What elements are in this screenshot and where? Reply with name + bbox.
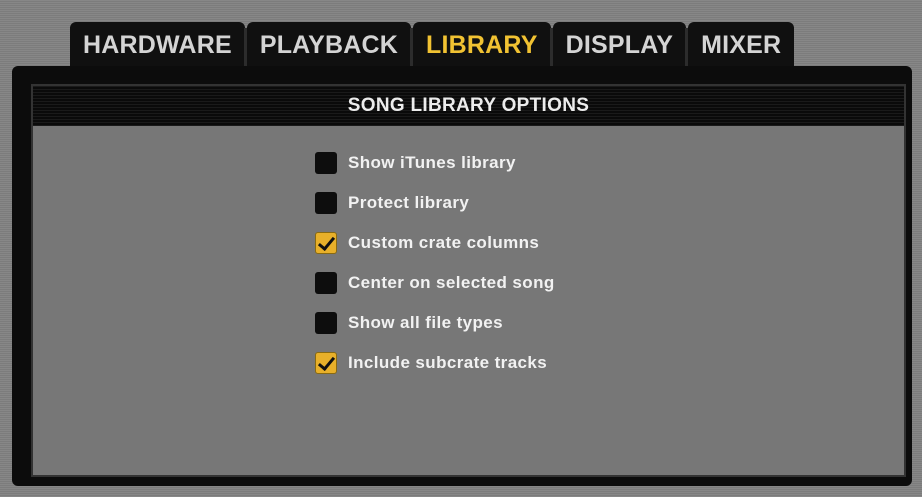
- panel-title: SONG LIBRARY OPTIONS: [33, 86, 904, 126]
- show-all-file-types-checkbox[interactable]: [315, 312, 337, 334]
- song-library-options-panel: SONG LIBRARY OPTIONS Show iTunes library…: [31, 84, 906, 477]
- option-center-on-selected-song[interactable]: Center on selected song: [315, 263, 555, 303]
- options-list: Show iTunes library Protect library Cust…: [315, 143, 555, 383]
- option-show-all-file-types[interactable]: Show all file types: [315, 303, 555, 343]
- custom-crate-columns-checkbox[interactable]: [315, 232, 337, 254]
- option-label: Custom crate columns: [348, 233, 540, 252]
- option-label: Show all file types: [348, 313, 503, 332]
- tab-bar: HARDWARE PLAYBACK LIBRARY DISPLAY MIXER: [70, 22, 795, 68]
- center-on-selected-song-checkbox[interactable]: [315, 272, 337, 294]
- option-include-subcrate-tracks[interactable]: Include subcrate tracks: [315, 343, 555, 383]
- option-label: Protect library: [348, 193, 470, 212]
- tab-hardware[interactable]: HARDWARE: [70, 22, 248, 68]
- option-show-itunes-library[interactable]: Show iTunes library: [315, 143, 555, 183]
- preferences-window: HARDWARE PLAYBACK LIBRARY DISPLAY MIXER …: [0, 0, 922, 497]
- tab-playback[interactable]: PLAYBACK: [246, 22, 415, 68]
- tab-mixer[interactable]: MIXER: [688, 22, 795, 68]
- option-label: Center on selected song: [348, 273, 555, 292]
- include-subcrate-tracks-checkbox[interactable]: [315, 352, 337, 374]
- tab-display[interactable]: DISPLAY: [552, 22, 690, 68]
- option-protect-library[interactable]: Protect library: [315, 183, 555, 223]
- tab-library[interactable]: LIBRARY: [413, 22, 554, 68]
- show-itunes-library-checkbox[interactable]: [315, 152, 337, 174]
- option-custom-crate-columns[interactable]: Custom crate columns: [315, 223, 555, 263]
- option-label: Show iTunes library: [348, 153, 516, 172]
- option-label: Include subcrate tracks: [348, 353, 548, 372]
- protect-library-checkbox[interactable]: [315, 192, 337, 214]
